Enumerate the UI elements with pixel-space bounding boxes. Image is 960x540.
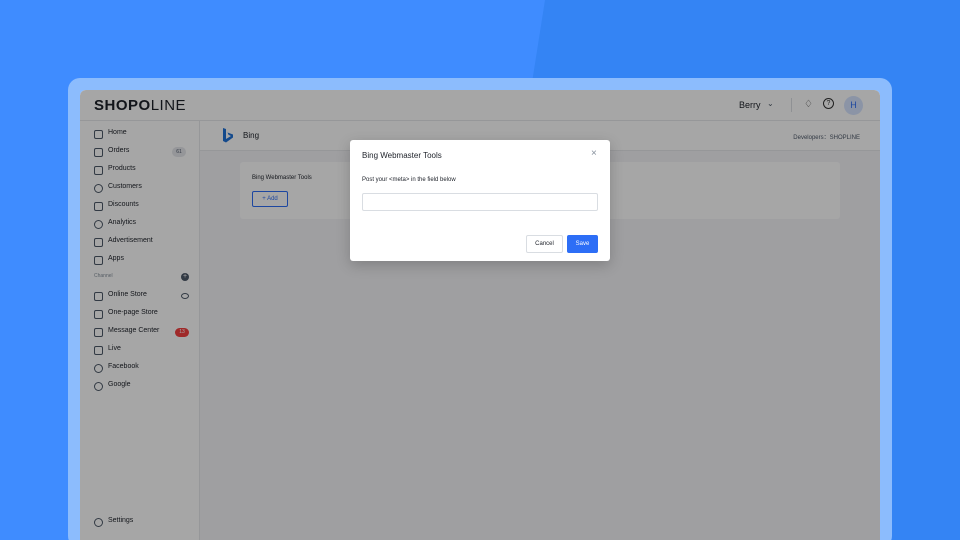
modal-title: Bing Webmaster Tools	[362, 151, 442, 160]
close-icon[interactable]: ×	[591, 148, 597, 159]
save-button[interactable]: Save	[567, 235, 598, 253]
bing-webmaster-modal: Bing Webmaster Tools × Post your <meta> …	[350, 140, 610, 261]
cancel-button[interactable]: Cancel	[526, 235, 563, 253]
meta-field-label: Post your <meta> in the field below	[362, 177, 456, 183]
meta-input[interactable]	[362, 193, 598, 211]
